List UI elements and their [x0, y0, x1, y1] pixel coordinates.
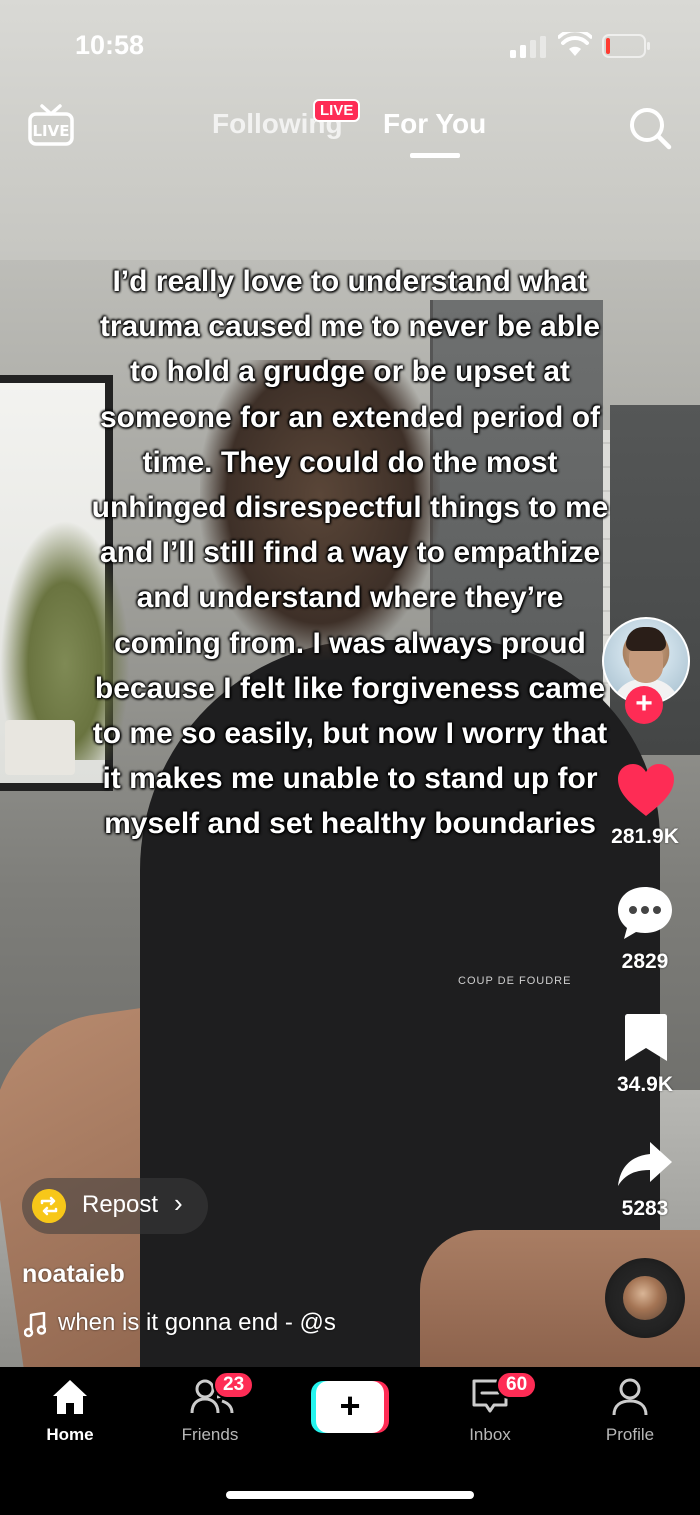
battery-icon: [602, 34, 650, 58]
tab-profile-label: Profile: [605, 1425, 655, 1444]
wifi-icon: [558, 32, 592, 56]
tab-inbox[interactable]: Inbox: [420, 1367, 560, 1457]
friends-badge: 23: [213, 1371, 255, 1399]
music-disc[interactable]: [605, 1258, 685, 1338]
share-count: 5283: [621, 1197, 669, 1220]
heart-icon[interactable]: [616, 762, 676, 818]
tab-profile[interactable]: Profile: [560, 1367, 700, 1457]
tab-inbox-label: Inbox: [469, 1425, 511, 1444]
avatar-figure: [626, 627, 666, 651]
status-time: 10:58: [75, 30, 145, 60]
repost-label: Repost: [82, 1191, 159, 1218]
profile-icon: [612, 1378, 648, 1416]
tab-friends[interactable]: Friends: [140, 1367, 280, 1457]
repost-button[interactable]: Repost ›: [22, 1178, 208, 1234]
sound-name[interactable]: when is it gonna end - @s: [58, 1309, 336, 1337]
save-count: 34.9K: [616, 1073, 674, 1096]
cellular-signal-icon: [510, 36, 546, 58]
repost-icon: [32, 1189, 66, 1223]
plus-icon: +: [316, 1381, 384, 1433]
shirt-brand-text: COUP DE FOUDRE: [458, 975, 572, 987]
video-background: [5, 720, 75, 775]
home-indicator: [226, 1491, 474, 1499]
live-tv-icon[interactable]: LIVE: [28, 104, 74, 146]
video-caption-text: I’d really love to understand what traum…: [91, 265, 609, 841]
comment-icon[interactable]: [616, 885, 674, 941]
share-icon[interactable]: [616, 1140, 674, 1188]
create-video-button[interactable]: +: [311, 1381, 389, 1433]
bookmark-icon[interactable]: [623, 1012, 669, 1064]
like-count: 281.9K: [611, 825, 679, 848]
inbox-badge: 60: [496, 1371, 538, 1399]
comment-count: 2829: [621, 950, 669, 973]
live-badge: LIVE: [313, 99, 361, 122]
search-icon[interactable]: [628, 106, 672, 150]
tab-home-label: Home: [46, 1425, 94, 1444]
music-disc-artwork: [623, 1276, 667, 1320]
creator-username[interactable]: noataieb: [22, 1260, 125, 1289]
tab-for-you[interactable]: For You: [383, 108, 486, 140]
tab-friends-label: Friends: [181, 1425, 239, 1444]
svg-text:LIVE: LIVE: [33, 122, 70, 140]
home-icon: [53, 1380, 87, 1414]
chevron-right-icon: ›: [174, 1188, 183, 1218]
active-tab-indicator: [410, 153, 460, 158]
follow-button[interactable]: +: [625, 686, 663, 724]
tab-home[interactable]: Home: [0, 1367, 140, 1457]
music-note-icon: [24, 1312, 46, 1338]
